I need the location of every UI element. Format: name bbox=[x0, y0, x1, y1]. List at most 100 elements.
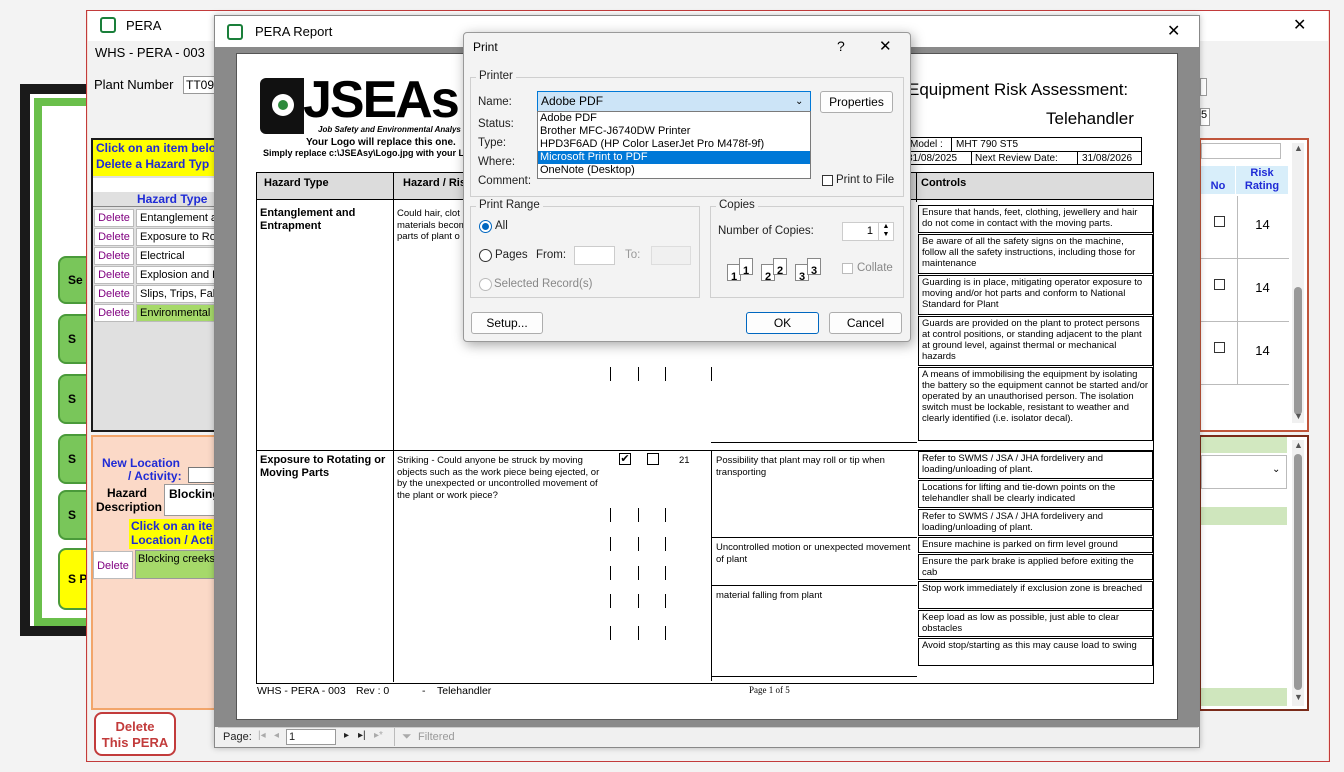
printer-option[interactable]: Brother MFC-J6740DW Printer bbox=[538, 125, 810, 138]
delete-hazard-button[interactable]: Delete bbox=[94, 266, 134, 284]
hazard-type-item[interactable]: Explosion and F bbox=[136, 266, 219, 284]
name-label: Name: bbox=[478, 96, 512, 108]
hazard-row[interactable]: Delete Exposure to Ro bbox=[94, 228, 219, 247]
delete-hazard-button[interactable]: Delete bbox=[94, 209, 134, 227]
risk-no-checkbox[interactable] bbox=[1214, 216, 1225, 227]
printer-option[interactable]: Microsoft Print to PDF bbox=[538, 151, 810, 164]
range-pages-radio[interactable] bbox=[479, 249, 492, 262]
list-row[interactable] bbox=[1201, 507, 1287, 525]
print-to-file-checkbox[interactable] bbox=[822, 175, 833, 186]
spacer bbox=[93, 178, 219, 192]
delete-hazard-button[interactable]: Delete bbox=[94, 285, 134, 303]
control-item: Guarding is in place, mitigating operato… bbox=[918, 275, 1153, 315]
spin-up-icon[interactable]: ▲ bbox=[879, 223, 893, 231]
field-edge[interactable] bbox=[1200, 78, 1207, 96]
hazard-row[interactable]: Delete Entanglement a bbox=[94, 209, 219, 228]
hazard-row[interactable]: Delete Explosion and F bbox=[94, 266, 219, 285]
risk-row: 14 bbox=[1201, 322, 1289, 385]
logo-subtitle: Job Safety and Environmental Analys bbox=[318, 125, 461, 134]
risk-rating-value: 14 bbox=[1237, 322, 1287, 384]
close-icon[interactable]: ✕ bbox=[1167, 21, 1180, 41]
spin-down-icon[interactable]: ▼ bbox=[879, 231, 893, 239]
to-input[interactable] bbox=[651, 246, 691, 265]
scroll-down-icon[interactable]: ▼ bbox=[1294, 411, 1303, 421]
logo-note: Simply replace c:\JSEAsy\Logo.jpg with y… bbox=[263, 148, 465, 158]
hazard-row[interactable]: Delete Slips, Trips, Fal bbox=[94, 285, 219, 304]
next-review-label: Next Review Date: bbox=[975, 153, 1058, 164]
delete-hazard-button[interactable]: Delete bbox=[94, 304, 134, 322]
chevron-down-icon[interactable]: ⌄ bbox=[1272, 464, 1280, 475]
close-icon[interactable]: ✕ bbox=[1293, 15, 1306, 35]
hazard-row[interactable]: Delete Electrical bbox=[94, 247, 219, 266]
risk-rows: 14 14 14 bbox=[1201, 196, 1289, 385]
footer-page: Page 1 of 5 bbox=[749, 685, 790, 695]
hazard-type-item[interactable]: Slips, Trips, Fal bbox=[136, 285, 219, 303]
hazard-type-item[interactable]: Entanglement a bbox=[136, 209, 219, 227]
range-all-label: All bbox=[495, 220, 508, 232]
scroll-thumb[interactable] bbox=[1294, 454, 1302, 690]
page-number-input[interactable]: 1 bbox=[286, 729, 336, 745]
help-icon[interactable]: ? bbox=[837, 38, 845, 54]
properties-button[interactable]: Properties bbox=[820, 91, 893, 113]
scroll-up-icon[interactable]: ▲ bbox=[1294, 440, 1303, 450]
cancel-button[interactable]: Cancel bbox=[829, 312, 902, 334]
footer-rev: Rev : 0 bbox=[356, 685, 390, 697]
prev-page-icon[interactable]: ◂ bbox=[274, 730, 279, 741]
collate-checkbox[interactable] bbox=[842, 263, 853, 274]
filter-icon[interactable]: ⏷ bbox=[402, 729, 412, 744]
new-record-icon[interactable]: ▸* bbox=[374, 730, 383, 741]
search-field[interactable] bbox=[1201, 143, 1281, 159]
print-to-file-label: Print to File bbox=[836, 174, 895, 186]
hazard-type-item[interactable]: Electrical bbox=[136, 247, 219, 265]
location-row[interactable]: Blocking creeks c bbox=[135, 550, 220, 579]
printer-option[interactable]: Adobe PDF bbox=[538, 112, 810, 125]
col-controls: Controls bbox=[921, 177, 967, 189]
delete-pera-button[interactable]: Delete This PERA bbox=[94, 712, 176, 756]
model-info-box: Model : MHT 790 ST5 31/08/2025 Next Revi… bbox=[906, 137, 1142, 165]
copies-spinner[interactable]: ▲ ▼ bbox=[878, 223, 893, 240]
scrollbar[interactable]: ▲ ▼ bbox=[1292, 440, 1304, 706]
printer-option[interactable]: HPD3F6AD (HP Color LaserJet Pro M478f-9f… bbox=[538, 138, 810, 151]
printer-dropdown-list: Adobe PDF Brother MFC-J6740DW Printer HPD3… bbox=[537, 111, 811, 179]
divider bbox=[93, 206, 219, 207]
number-of-copies-label: Number of Copies: bbox=[718, 225, 814, 237]
chevron-down-icon[interactable]: ⌄ bbox=[795, 92, 803, 111]
scroll-down-icon[interactable]: ▼ bbox=[1294, 692, 1303, 702]
setup-button[interactable]: Setup... bbox=[471, 312, 543, 334]
printer-name-select[interactable]: Adobe PDF ⌄ bbox=[537, 91, 811, 112]
logo-text: JSEAs bbox=[303, 71, 460, 129]
delete-hazard-button[interactable]: Delete bbox=[94, 247, 134, 265]
section-description: Striking - Could anyone be struck by mov… bbox=[397, 455, 600, 501]
filter-status[interactable]: Filtered bbox=[418, 731, 455, 743]
delete-location-button[interactable]: Delete bbox=[93, 551, 133, 579]
status-label: Status: bbox=[478, 118, 514, 130]
scrollbar[interactable]: ▲ ▼ bbox=[1292, 143, 1304, 423]
risk-no-checkbox[interactable] bbox=[1214, 279, 1225, 290]
from-input[interactable] bbox=[574, 246, 615, 265]
dropdown-field[interactable]: ⌄ bbox=[1201, 455, 1287, 489]
first-page-icon[interactable]: |◂ bbox=[258, 730, 266, 741]
printer-option[interactable]: OneNote (Desktop) bbox=[538, 164, 810, 177]
selected-records-radio[interactable] bbox=[479, 278, 492, 291]
hazard-type-item[interactable]: Environmental bbox=[136, 304, 219, 322]
risk-no-checkbox[interactable] bbox=[1214, 342, 1225, 353]
doc-code: WHS - PERA - 003 bbox=[95, 45, 205, 60]
field-edge[interactable]: 5 bbox=[1200, 108, 1210, 126]
delete-hazard-button[interactable]: Delete bbox=[94, 228, 134, 246]
scroll-thumb[interactable] bbox=[1294, 287, 1302, 415]
hazard-description-field[interactable]: Blocking bbox=[164, 484, 220, 516]
range-all-radio[interactable] bbox=[479, 220, 492, 233]
ok-button[interactable]: OK bbox=[746, 312, 819, 334]
hazard-type-item[interactable]: Exposure to Ro bbox=[136, 228, 219, 246]
scroll-up-icon[interactable]: ▲ bbox=[1294, 143, 1303, 153]
plant-number-field[interactable]: TT09 bbox=[183, 76, 217, 94]
last-page-icon[interactable]: ▸| bbox=[358, 730, 366, 741]
list-header bbox=[1201, 437, 1287, 453]
close-icon[interactable]: ✕ bbox=[879, 37, 892, 55]
hazard-row[interactable]: Delete Environmental bbox=[94, 304, 219, 323]
list-row[interactable] bbox=[1201, 688, 1287, 706]
footer-code: WHS - PERA - 003 bbox=[257, 685, 346, 697]
controls-list: Refer to SWMS / JSA / JHA fordelivery an… bbox=[918, 451, 1153, 667]
next-page-icon[interactable]: ▸ bbox=[344, 730, 349, 741]
controls-list: Ensure that hands, feet, clothing, jewel… bbox=[918, 205, 1153, 442]
